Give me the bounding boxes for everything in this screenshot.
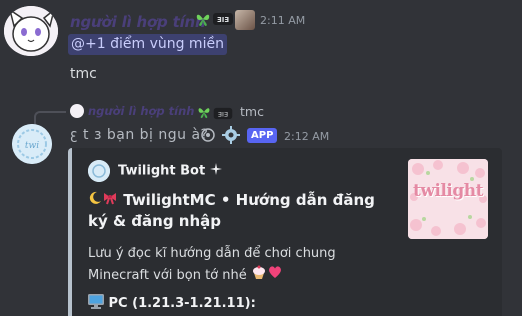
embed-field-name-text: PC (1.21.3-1.21.11): <box>108 296 256 311</box>
reply-preview-text[interactable]: tmc <box>240 104 264 119</box>
bot-avatar[interactable]: twi <box>12 124 52 164</box>
embed-author[interactable]: Twilight Bot <box>118 163 222 179</box>
timestamp: 2:12 AM <box>284 130 330 143</box>
embed-author-name: Twilight Bot <box>118 163 206 179</box>
moon-icon <box>88 190 102 211</box>
cupcake-icon <box>251 264 267 287</box>
heart-icon <box>267 264 283 287</box>
svg-text:twi: twi <box>25 141 39 151</box>
app-tag: APP <box>247 128 278 143</box>
timestamp: 2:11 AM <box>260 14 306 27</box>
embed-description: Lưu ý đọc kĩ hướng dẫn để chơi chung Min… <box>88 244 398 287</box>
ribbon-icon <box>102 190 118 211</box>
embed-author-icon <box>88 160 110 182</box>
role-mention[interactable]: @+1 điểm vùng miền <box>68 34 227 55</box>
thumbnail-logo-text: twilight <box>413 181 483 201</box>
embed-title-text: TwilightMC • Hướng dẫn đăng ký & đăng nh… <box>88 191 375 230</box>
sparkle-icon <box>209 163 222 179</box>
bot-name[interactable]: ꜫ t ɜ bạn bị ngu à? <box>70 127 208 143</box>
embed-thumbnail[interactable]: twilight <box>408 159 488 239</box>
svg-text:ƎIƎ: ƎIƎ <box>218 110 228 118</box>
svg-text:ƎIƎ: ƎIƎ <box>217 16 229 24</box>
embed-title: TwilightMC • Hướng dẫn đăng ký & đăng nh… <box>88 190 388 232</box>
role-tag-icon: ƎIƎ <box>213 12 233 29</box>
username[interactable]: người lì hợp tính <box>70 13 206 31</box>
message-1: người lì hợp tính ƎIƎ 2:11 AM @+1 điểm v… <box>0 0 522 100</box>
butterfly-role-icon <box>195 11 211 27</box>
computer-icon <box>88 294 104 313</box>
decoration-icon <box>235 10 255 30</box>
embed-card: Twilight Bot TwilightMC • Hướng dẫn đăng… <box>68 148 502 316</box>
gear-bot-icon <box>222 126 240 144</box>
reply-connector <box>34 111 66 125</box>
user-avatar[interactable] <box>4 6 58 56</box>
reply-avatar[interactable] <box>70 104 84 118</box>
embed-description-text: Lưu ý đọc kĩ hướng dẫn để chơi chung Min… <box>88 246 336 283</box>
message-text: tmc <box>70 66 97 82</box>
embed-field-name: PC (1.21.3-1.21.11): <box>88 294 256 313</box>
butterfly-role-icon <box>197 104 211 119</box>
role-tag-icon: ƎIƎ <box>213 105 233 124</box>
spiral-icon <box>200 127 216 143</box>
reply-username[interactable]: người lì hợp tính <box>88 104 194 118</box>
